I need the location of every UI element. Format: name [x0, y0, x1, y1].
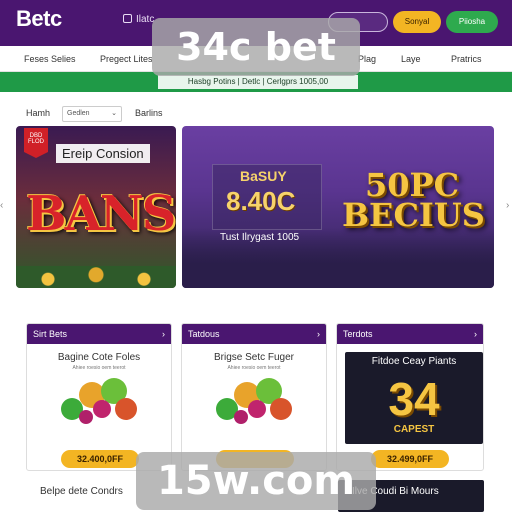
- card-header: Sirt Bets ›: [27, 324, 171, 344]
- filter-right-label[interactable]: Barlins: [135, 108, 163, 118]
- card-title: Brigse Setc Fuger: [213, 352, 295, 363]
- filter-select-value: Gedlen: [67, 110, 90, 117]
- filter-select[interactable]: Gedlen ⌄: [62, 106, 122, 122]
- card-header: Tatdous ›: [182, 324, 326, 344]
- filter-row: Hamh Gedlen ⌄ Barlins: [0, 104, 512, 124]
- game-card-2[interactable]: Tatdous › Brigse Setc Fuger Ahiee roesio …: [181, 323, 327, 471]
- chevron-right-icon: ›: [162, 329, 165, 339]
- hero-small-text: BaSUY: [240, 168, 287, 184]
- nav-item-5[interactable]: Pratrics: [451, 54, 482, 64]
- card-header: Terdots ›: [337, 324, 483, 344]
- hero-bonus-line2: BECIUS: [342, 196, 485, 234]
- filter-label: Hamh: [26, 108, 51, 118]
- carousel-prev-icon[interactable]: ‹: [0, 200, 3, 211]
- nav-item-4[interactable]: Laye: [401, 54, 421, 64]
- card-play-button[interactable]: 32.499,0FF: [371, 450, 449, 468]
- fruit-slot-image: [57, 376, 143, 428]
- card-title: Bagine Cote Foles: [57, 352, 141, 363]
- hero-badge: DBD FLOD: [24, 128, 48, 158]
- chevron-down-icon: ⌄: [111, 110, 117, 117]
- nav-item-3[interactable]: Plag: [358, 54, 376, 64]
- login-button[interactable]: Sonyal: [393, 11, 441, 33]
- hero-left-title: Ereip Consion: [56, 144, 150, 163]
- hero-banner-left[interactable]: DBD FLOD Ereip Consion BANS: [16, 126, 176, 288]
- hero-bonus-text: 50PC BECIUS: [342, 169, 485, 234]
- nav-item-1[interactable]: Feses Selies: [24, 54, 76, 64]
- card-dark-image: Fitdoe Ceay Piants 34 CAPEST: [345, 352, 483, 444]
- coins-decoration: [16, 266, 176, 288]
- card-big-number: 34: [388, 373, 440, 425]
- square-icon: [123, 14, 132, 23]
- promo-text[interactable]: Hasbg Potins | Detlc | Cerlgprs 1005,00: [158, 75, 358, 89]
- chevron-right-icon: ›: [474, 329, 477, 339]
- hero-left-big-text: BANS: [26, 186, 176, 242]
- nav-item-2[interactable]: Pregect Lites: [100, 54, 153, 64]
- card-header-label: Terdots: [343, 329, 373, 339]
- card-header-label: Sirt Bets: [33, 329, 68, 339]
- site-logo[interactable]: Betc: [16, 6, 62, 32]
- fruit-slot-image: [212, 376, 298, 428]
- card-subtitle: Ahiee roesio oem teerot: [227, 365, 281, 371]
- card-play-button[interactable]: 32.400,0FF: [61, 450, 139, 468]
- carousel-next-icon[interactable]: ›: [506, 200, 509, 211]
- watermark-bottom: 15w.com: [136, 452, 376, 510]
- hero-subtext: Tust Ilrygast 1005: [220, 232, 300, 243]
- card-subtitle: Ahiee roesio oem teerot: [72, 365, 126, 371]
- hero-banner-right[interactable]: BaSUY 8.40C Tust Ilrygast 1005 50PC BECI…: [182, 126, 494, 288]
- card-title: Fitdoe Ceay Piants: [371, 356, 457, 367]
- card-header-label: Tatdous: [188, 329, 220, 339]
- game-card-3[interactable]: Terdots › Fitdoe Ceay Piants 34 CAPEST 32…: [336, 323, 484, 471]
- bottom-section-title-left: Belpe dete Condrs: [40, 486, 123, 497]
- register-button[interactable]: Piiosha: [446, 11, 498, 33]
- game-card-1[interactable]: Sirt Bets › Bagine Cote Foles Ahiee roesi…: [26, 323, 172, 471]
- watermark-top: 34c bet: [152, 18, 360, 76]
- hero-amount: 8.40C: [226, 186, 296, 216]
- chevron-right-icon: ›: [317, 329, 320, 339]
- card-big-number-sub: CAPEST: [393, 424, 435, 435]
- header-link[interactable]: Ilatc: [123, 14, 154, 25]
